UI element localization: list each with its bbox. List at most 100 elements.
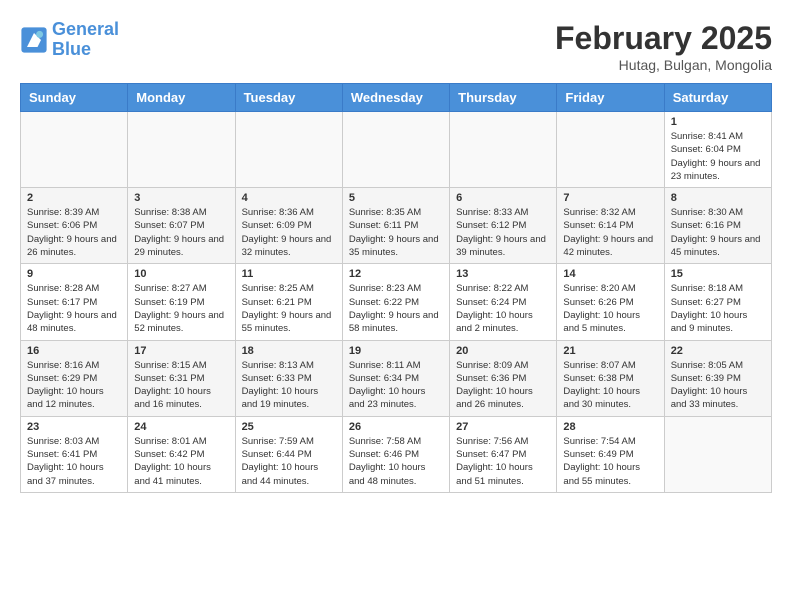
calendar-cell: 26 Sunrise: 7:58 AM Sunset: 6:46 PM Dayli… xyxy=(342,416,449,492)
calendar-cell: 18 Sunrise: 8:13 AM Sunset: 6:33 PM Dayli… xyxy=(235,340,342,416)
day-info: Sunrise: 8:07 AM Sunset: 6:38 PM Dayligh… xyxy=(563,359,657,412)
calendar-subtitle: Hutag, Bulgan, Mongolia xyxy=(555,57,772,73)
calendar-cell: 16 Sunrise: 8:16 AM Sunset: 6:29 PM Dayli… xyxy=(21,340,128,416)
calendar-cell: 15 Sunrise: 8:18 AM Sunset: 6:27 PM Dayli… xyxy=(664,264,771,340)
day-number: 16 xyxy=(27,345,121,357)
weekday-header: Monday xyxy=(128,84,235,112)
calendar-week-row: 16 Sunrise: 8:16 AM Sunset: 6:29 PM Dayli… xyxy=(21,340,772,416)
day-number: 10 xyxy=(134,268,228,280)
calendar-week-row: 1 Sunrise: 8:41 AM Sunset: 6:04 PM Daylig… xyxy=(21,112,772,188)
calendar-cell: 2Sunrise: 8:39 AM Sunset: 6:06 PM Daylig… xyxy=(21,188,128,264)
day-number: 6 xyxy=(456,192,550,204)
day-number: 9 xyxy=(27,268,121,280)
day-info: Sunrise: 8:36 AM Sunset: 6:09 PM Dayligh… xyxy=(242,206,336,259)
day-number: 27 xyxy=(456,421,550,433)
calendar-cell: 22 Sunrise: 8:05 AM Sunset: 6:39 PM Dayli… xyxy=(664,340,771,416)
day-info: Sunrise: 8:41 AM Sunset: 6:04 PM Dayligh… xyxy=(671,130,765,183)
weekday-header: Saturday xyxy=(664,84,771,112)
day-info: Sunrise: 7:59 AM Sunset: 6:44 PM Dayligh… xyxy=(242,435,336,488)
calendar-cell: 8 Sunrise: 8:30 AM Sunset: 6:16 PM Daylig… xyxy=(664,188,771,264)
weekday-header: Tuesday xyxy=(235,84,342,112)
day-number: 7 xyxy=(563,192,657,204)
calendar-table: SundayMondayTuesdayWednesdayThursdayFrid… xyxy=(20,83,772,493)
day-number: 28 xyxy=(563,421,657,433)
calendar-cell: 1 Sunrise: 8:41 AM Sunset: 6:04 PM Daylig… xyxy=(664,112,771,188)
day-info: Sunrise: 8:30 AM Sunset: 6:16 PM Dayligh… xyxy=(671,206,765,259)
day-info: Sunrise: 8:35 AM Sunset: 6:11 PM Dayligh… xyxy=(349,206,443,259)
calendar-cell: 28 Sunrise: 7:54 AM Sunset: 6:49 PM Dayli… xyxy=(557,416,664,492)
day-info: Sunrise: 8:01 AM Sunset: 6:42 PM Dayligh… xyxy=(134,435,228,488)
day-info: Sunrise: 8:09 AM Sunset: 6:36 PM Dayligh… xyxy=(456,359,550,412)
day-number: 24 xyxy=(134,421,228,433)
day-info: Sunrise: 7:54 AM Sunset: 6:49 PM Dayligh… xyxy=(563,435,657,488)
day-info: Sunrise: 8:20 AM Sunset: 6:26 PM Dayligh… xyxy=(563,282,657,335)
day-info: Sunrise: 8:11 AM Sunset: 6:34 PM Dayligh… xyxy=(349,359,443,412)
day-number: 26 xyxy=(349,421,443,433)
day-number: 4 xyxy=(242,192,336,204)
calendar-cell: 5 Sunrise: 8:35 AM Sunset: 6:11 PM Daylig… xyxy=(342,188,449,264)
title-section: February 2025 Hutag, Bulgan, Mongolia xyxy=(555,20,772,73)
day-info: Sunrise: 8:05 AM Sunset: 6:39 PM Dayligh… xyxy=(671,359,765,412)
calendar-cell: 3 Sunrise: 8:38 AM Sunset: 6:07 PM Daylig… xyxy=(128,188,235,264)
calendar-week-row: 2Sunrise: 8:39 AM Sunset: 6:06 PM Daylig… xyxy=(21,188,772,264)
calendar-cell: 12Sunrise: 8:23 AM Sunset: 6:22 PM Dayli… xyxy=(342,264,449,340)
logo-line1: General xyxy=(52,19,119,39)
day-number: 1 xyxy=(671,116,765,128)
calendar-cell: 20 Sunrise: 8:09 AM Sunset: 6:36 PM Dayli… xyxy=(450,340,557,416)
logo-text: General Blue xyxy=(52,20,119,60)
day-info: Sunrise: 8:27 AM Sunset: 6:19 PM Dayligh… xyxy=(134,282,228,335)
day-number: 15 xyxy=(671,268,765,280)
calendar-cell xyxy=(342,112,449,188)
day-number: 11 xyxy=(242,268,336,280)
logo: General Blue xyxy=(20,20,119,60)
calendar-cell: 14 Sunrise: 8:20 AM Sunset: 6:26 PM Dayli… xyxy=(557,264,664,340)
day-number: 8 xyxy=(671,192,765,204)
weekday-header: Sunday xyxy=(21,84,128,112)
logo-line2: Blue xyxy=(52,39,91,59)
day-number: 20 xyxy=(456,345,550,357)
day-number: 18 xyxy=(242,345,336,357)
calendar-cell: 23Sunrise: 8:03 AM Sunset: 6:41 PM Dayli… xyxy=(21,416,128,492)
logo-icon xyxy=(20,26,48,54)
day-info: Sunrise: 8:28 AM Sunset: 6:17 PM Dayligh… xyxy=(27,282,121,335)
day-info: Sunrise: 8:33 AM Sunset: 6:12 PM Dayligh… xyxy=(456,206,550,259)
day-info: Sunrise: 8:32 AM Sunset: 6:14 PM Dayligh… xyxy=(563,206,657,259)
calendar-week-row: 23Sunrise: 8:03 AM Sunset: 6:41 PM Dayli… xyxy=(21,416,772,492)
calendar-cell: 4 Sunrise: 8:36 AM Sunset: 6:09 PM Daylig… xyxy=(235,188,342,264)
day-info: Sunrise: 8:13 AM Sunset: 6:33 PM Dayligh… xyxy=(242,359,336,412)
day-number: 3 xyxy=(134,192,228,204)
day-number: 5 xyxy=(349,192,443,204)
calendar-cell xyxy=(664,416,771,492)
day-info: Sunrise: 8:22 AM Sunset: 6:24 PM Dayligh… xyxy=(456,282,550,335)
day-info: Sunrise: 8:38 AM Sunset: 6:07 PM Dayligh… xyxy=(134,206,228,259)
weekday-header: Thursday xyxy=(450,84,557,112)
day-info: Sunrise: 8:16 AM Sunset: 6:29 PM Dayligh… xyxy=(27,359,121,412)
calendar-cell: 7 Sunrise: 8:32 AM Sunset: 6:14 PM Daylig… xyxy=(557,188,664,264)
weekday-header: Friday xyxy=(557,84,664,112)
calendar-cell xyxy=(21,112,128,188)
day-number: 17 xyxy=(134,345,228,357)
day-number: 21 xyxy=(563,345,657,357)
calendar-header-row: SundayMondayTuesdayWednesdayThursdayFrid… xyxy=(21,84,772,112)
day-number: 23 xyxy=(27,421,121,433)
day-number: 22 xyxy=(671,345,765,357)
calendar-cell: 24 Sunrise: 8:01 AM Sunset: 6:42 PM Dayli… xyxy=(128,416,235,492)
day-info: Sunrise: 7:56 AM Sunset: 6:47 PM Dayligh… xyxy=(456,435,550,488)
page-header: General Blue February 2025 Hutag, Bulgan… xyxy=(20,20,772,73)
day-number: 12 xyxy=(349,268,443,280)
calendar-title: February 2025 xyxy=(555,20,772,57)
calendar-cell: 11Sunrise: 8:25 AM Sunset: 6:21 PM Dayli… xyxy=(235,264,342,340)
day-info: Sunrise: 8:39 AM Sunset: 6:06 PM Dayligh… xyxy=(27,206,121,259)
calendar-cell xyxy=(450,112,557,188)
calendar-cell xyxy=(128,112,235,188)
calendar-cell: 17Sunrise: 8:15 AM Sunset: 6:31 PM Dayli… xyxy=(128,340,235,416)
calendar-week-row: 9 Sunrise: 8:28 AM Sunset: 6:17 PM Daylig… xyxy=(21,264,772,340)
day-info: Sunrise: 7:58 AM Sunset: 6:46 PM Dayligh… xyxy=(349,435,443,488)
calendar-cell: 27 Sunrise: 7:56 AM Sunset: 6:47 PM Dayli… xyxy=(450,416,557,492)
day-number: 19 xyxy=(349,345,443,357)
calendar-cell: 19 Sunrise: 8:11 AM Sunset: 6:34 PM Dayli… xyxy=(342,340,449,416)
weekday-header: Wednesday xyxy=(342,84,449,112)
calendar-cell xyxy=(557,112,664,188)
day-info: Sunrise: 8:18 AM Sunset: 6:27 PM Dayligh… xyxy=(671,282,765,335)
day-number: 14 xyxy=(563,268,657,280)
